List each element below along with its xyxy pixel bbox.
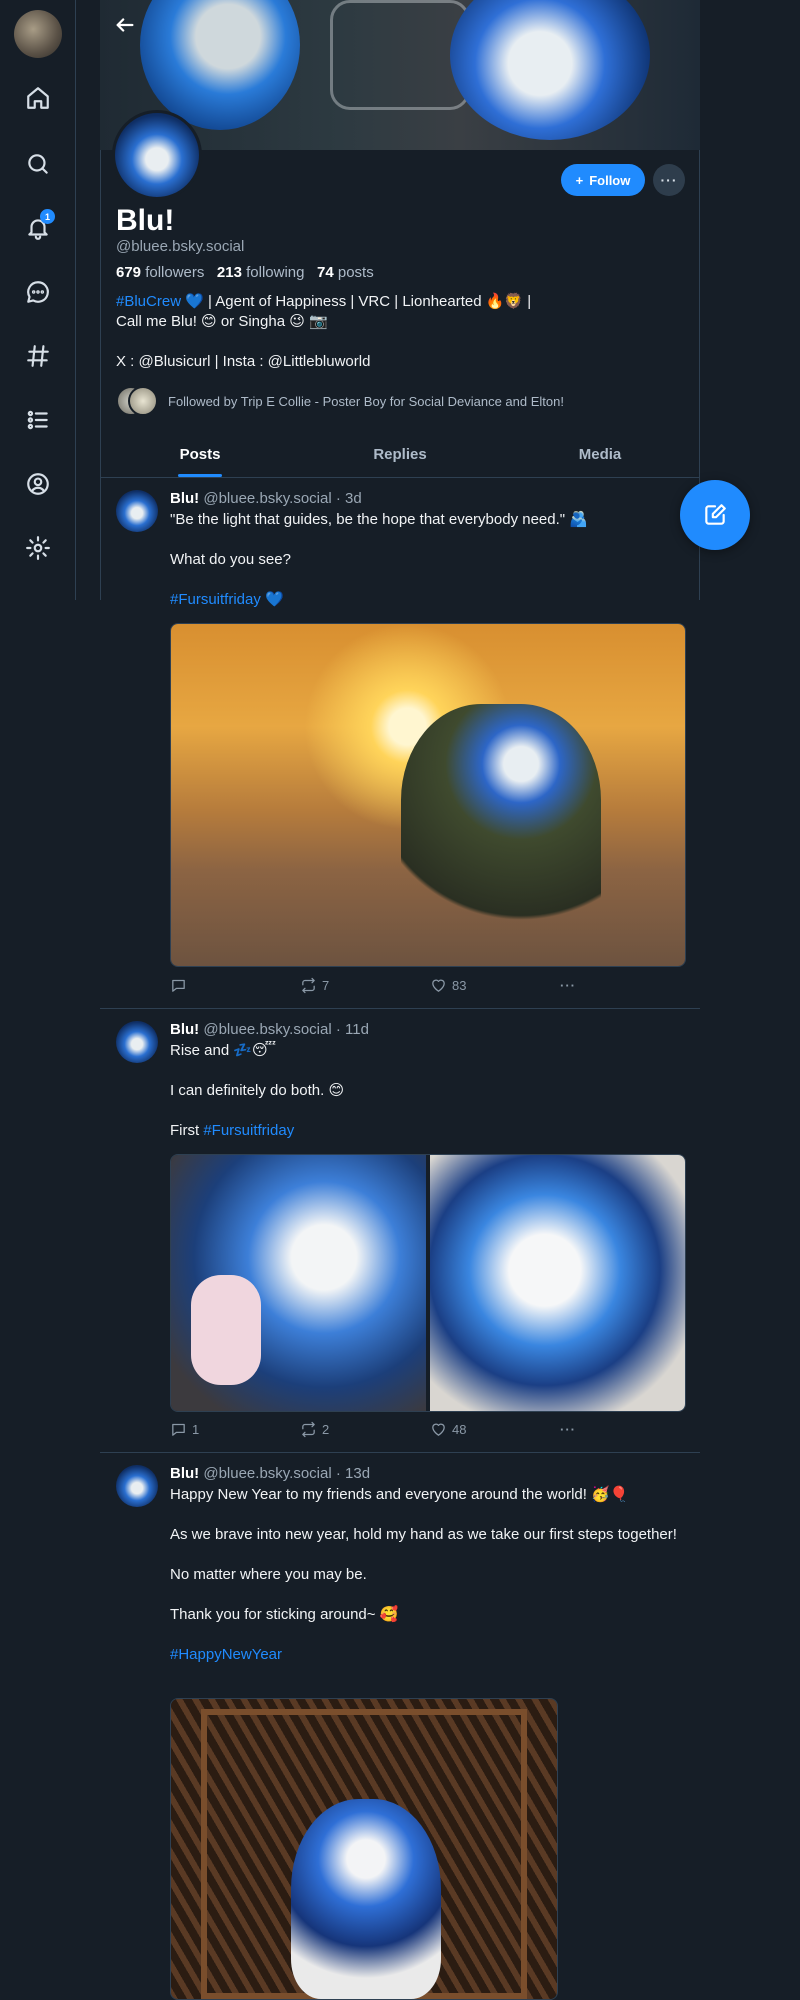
- left-navigation: 1: [0, 0, 76, 600]
- chat-icon[interactable]: [22, 276, 54, 308]
- followed-by-avatars: [116, 386, 158, 416]
- heart-icon: [432, 1423, 445, 1436]
- heart-icon: [432, 979, 445, 992]
- hashtag-icon[interactable]: [22, 340, 54, 372]
- reply-button[interactable]: 1: [170, 1421, 300, 1438]
- post-hashtag-link[interactable]: #Fursuitfriday: [170, 591, 261, 608]
- post-header: Blu! @bluee.bsky.social · 13d: [170, 1465, 371, 1482]
- follower-avatar: [128, 386, 158, 416]
- post-header: Blu! @bluee.bsky.social · 3d: [170, 490, 362, 507]
- profile-bio: #BluCrew 💙 | Agent of Happiness | VRC | …: [116, 293, 532, 370]
- post-hashtag-link[interactable]: #HappyNewYear: [170, 1646, 282, 1663]
- ellipsis-icon: ···: [660, 172, 678, 188]
- home-icon[interactable]: [22, 82, 54, 114]
- repost-button[interactable]: 7: [300, 977, 430, 994]
- followed-by[interactable]: Followed by Trip E Collie - Poster Boy f…: [116, 386, 564, 416]
- post-author-avatar[interactable]: [116, 490, 158, 532]
- post-author-avatar[interactable]: [116, 1021, 158, 1063]
- reply-icon: [172, 979, 185, 992]
- post-text: Rise and 💤😴 I can definitely do both. 😊 …: [170, 1042, 345, 1139]
- follow-button[interactable]: + Follow: [561, 164, 645, 196]
- compose-post-button[interactable]: [680, 480, 750, 550]
- profile-icon[interactable]: [22, 468, 54, 500]
- repost-icon: [302, 1421, 315, 1438]
- ellipsis-icon: ···: [560, 978, 576, 993]
- following-link[interactable]: 213 following: [217, 264, 305, 281]
- bio-hashtag-link[interactable]: #BluCrew: [116, 293, 181, 310]
- fursuit-figure: [291, 1799, 441, 1999]
- feed-post[interactable]: Blu! @bluee.bsky.social · 13d Happy New …: [100, 1453, 700, 2000]
- settings-icon[interactable]: [22, 532, 54, 564]
- plus-icon: +: [575, 172, 584, 188]
- post-image[interactable]: [430, 1155, 685, 1411]
- post-menu-button[interactable]: ···: [560, 977, 690, 994]
- post-actions: 1 2 48 ···: [170, 1421, 690, 1438]
- profile-handle: @bluee.bsky.social: [116, 238, 245, 255]
- post-image[interactable]: [170, 1698, 558, 2000]
- post-hashtag-link[interactable]: #Fursuitfriday: [203, 1122, 294, 1139]
- display-name: Blu!: [116, 204, 175, 237]
- feed-post[interactable]: Blu! @bluee.bsky.social · 11d Rise and 💤…: [100, 1009, 700, 1453]
- search-icon[interactable]: [22, 148, 54, 180]
- feed-post[interactable]: Blu! @bluee.bsky.social · 3d "Be the lig…: [100, 478, 700, 1009]
- post-author-avatar[interactable]: [116, 1465, 158, 1507]
- reply-button[interactable]: [170, 977, 300, 994]
- profile-avatar[interactable]: [112, 110, 202, 200]
- bell-icon[interactable]: 1: [22, 209, 55, 244]
- current-user-avatar[interactable]: [14, 10, 62, 58]
- followers-link[interactable]: 679 followers: [116, 264, 204, 281]
- lists-icon[interactable]: [22, 404, 54, 436]
- compose-icon: [705, 504, 726, 525]
- tab-posts[interactable]: Posts: [100, 432, 300, 477]
- post-text: "Be the light that guides, be the hope t…: [170, 511, 588, 608]
- post-image-grid: [170, 1154, 686, 1412]
- post-actions: 7 83 ···: [170, 977, 690, 994]
- profile-tabs: Posts Replies Media: [100, 432, 700, 478]
- posts-count: 74 posts: [317, 264, 374, 281]
- like-button[interactable]: 48: [430, 1421, 560, 1438]
- repost-icon: [302, 977, 315, 994]
- profile-stats: 679 followers 213 following 74 posts: [116, 264, 374, 281]
- post-image[interactable]: [170, 623, 686, 967]
- reply-icon: [172, 1423, 185, 1436]
- back-button[interactable]: [110, 10, 140, 40]
- banner-fursuit-right: [450, 0, 650, 140]
- post-header: Blu! @bluee.bsky.social · 11d: [170, 1021, 369, 1038]
- fursuit-figure: [401, 704, 601, 944]
- post-text: Happy New Year to my friends and everyon…: [170, 1486, 677, 1663]
- post-image[interactable]: [171, 1155, 426, 1411]
- more-options-button[interactable]: ···: [653, 164, 685, 196]
- ellipsis-icon: ···: [560, 1422, 576, 1437]
- banner-doodle: [330, 0, 470, 110]
- tab-media[interactable]: Media: [500, 432, 700, 477]
- like-button[interactable]: 83: [430, 977, 560, 994]
- notification-badge: 1: [40, 209, 55, 224]
- post-menu-button[interactable]: ···: [560, 1421, 690, 1438]
- repost-button[interactable]: 2: [300, 1421, 430, 1438]
- tab-replies[interactable]: Replies: [300, 432, 500, 477]
- arrow-left-icon: [116, 18, 134, 32]
